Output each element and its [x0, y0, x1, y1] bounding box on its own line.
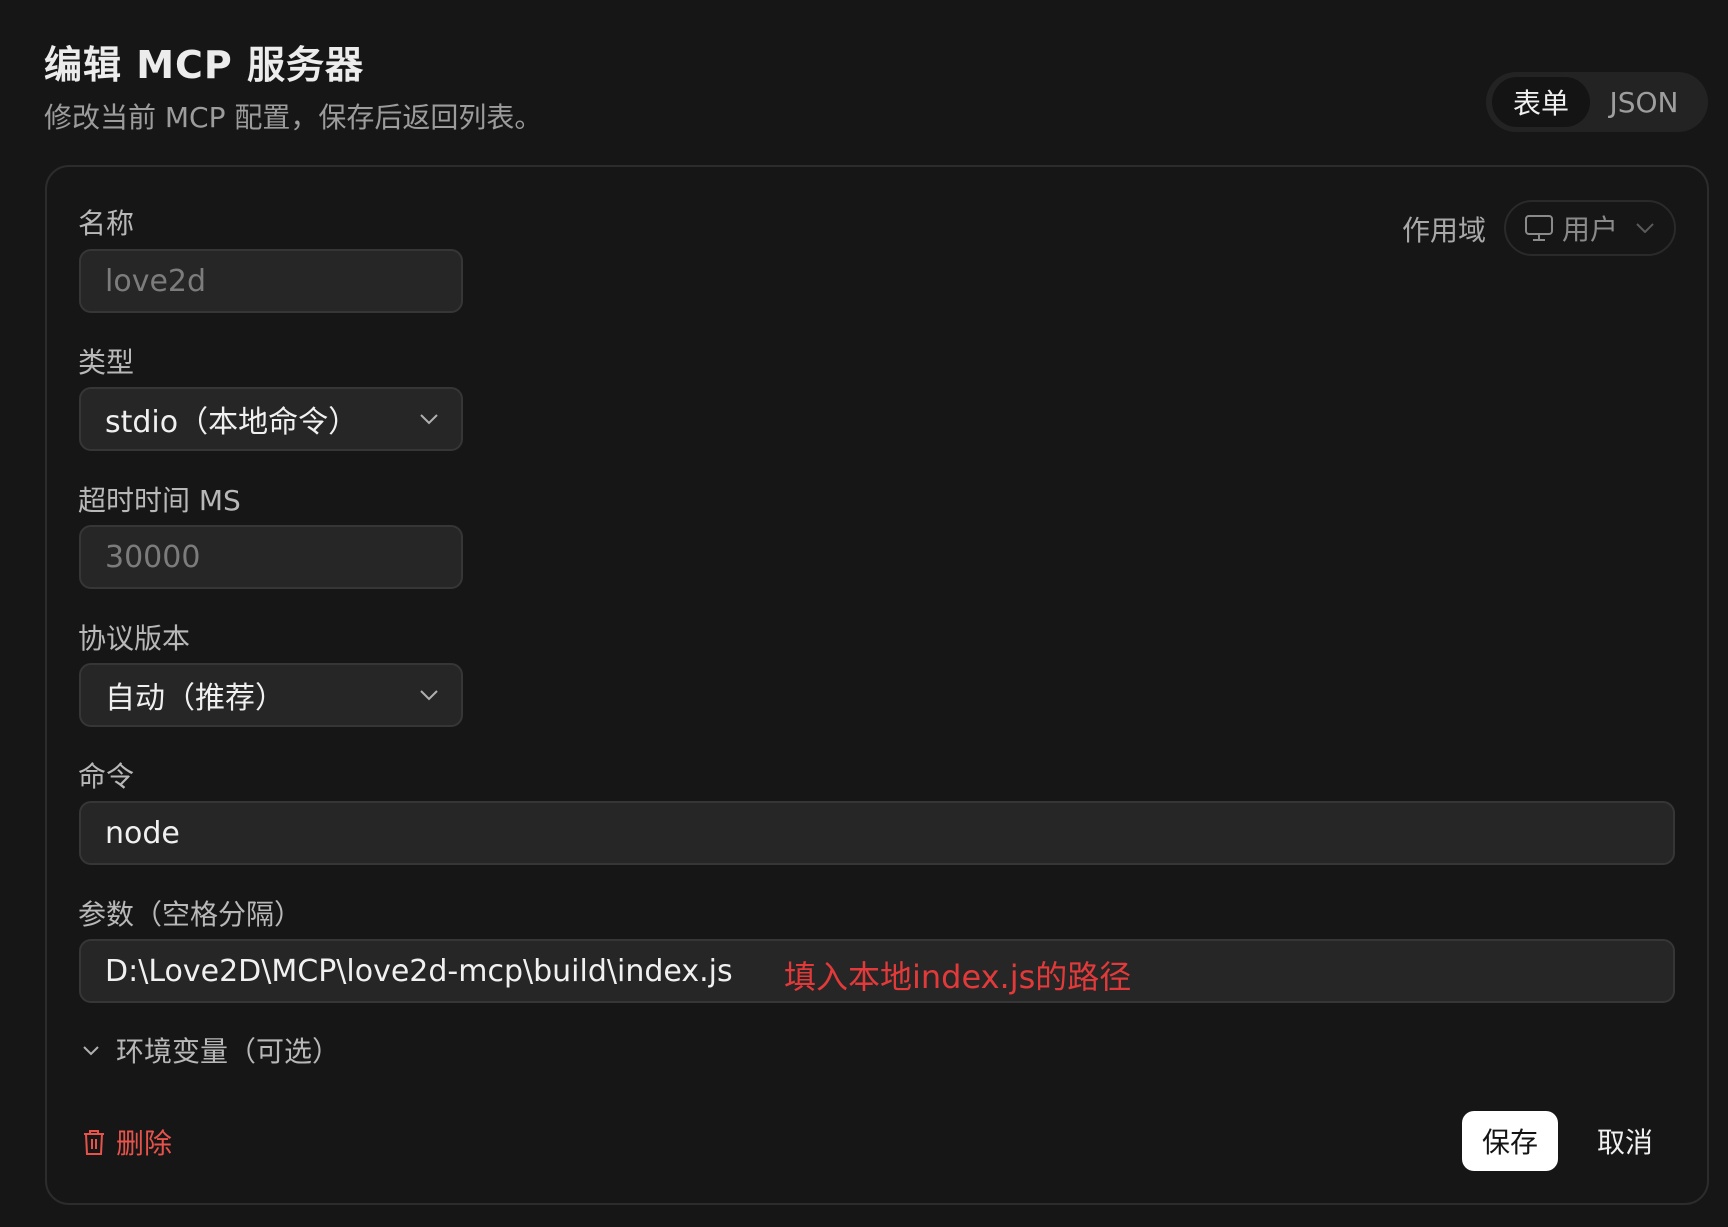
cancel-button[interactable]: 取消	[1582, 1111, 1668, 1171]
chevron-down-icon	[1636, 223, 1654, 233]
type-label: 类型	[78, 346, 135, 379]
protocol-label: 协议版本	[78, 622, 191, 655]
delete-label: 删除	[116, 1127, 173, 1160]
edit-mcp-server-page: 编辑 MCP 服务器 修改当前 MCP 配置，保存后返回列表。 表单 JSON …	[0, 0, 1728, 1227]
env-vars-label: 环境变量（可选）	[116, 1035, 341, 1068]
scope-select[interactable]: 用户	[1504, 200, 1676, 256]
timeout-input[interactable]: 30000	[79, 525, 463, 589]
command-input[interactable]: node	[79, 801, 1675, 865]
page-subtitle: 修改当前 MCP 配置，保存后返回列表。	[44, 101, 543, 134]
scope-value: 用户	[1562, 213, 1619, 246]
chevron-down-icon	[420, 690, 438, 701]
env-vars-toggle[interactable]: 环境变量（可选）	[82, 1030, 340, 1070]
chevron-down-icon	[420, 414, 438, 425]
name-label: 名称	[78, 207, 135, 240]
monitor-icon	[1525, 215, 1553, 241]
chevron-down-icon	[83, 1045, 99, 1055]
type-select-value: stdio（本地命令）	[105, 405, 359, 440]
type-select[interactable]: stdio（本地命令）	[79, 387, 463, 451]
protocol-select-value: 自动（推荐）	[105, 681, 285, 716]
scope-label: 作用域	[1402, 214, 1487, 247]
save-button[interactable]: 保存	[1462, 1111, 1558, 1171]
mode-form-tab[interactable]: 表单	[1492, 77, 1590, 127]
mode-json-tab[interactable]: JSON	[1590, 77, 1698, 127]
delete-button[interactable]: 删除	[82, 1122, 172, 1162]
args-annotation: 填入本地index.js的路径	[784, 958, 1132, 996]
args-label: 参数（空格分隔）	[78, 898, 303, 931]
command-label: 命令	[78, 760, 135, 793]
trash-icon	[84, 1130, 104, 1155]
protocol-select[interactable]: 自动（推荐）	[79, 663, 463, 727]
name-input[interactable]: love2d	[79, 249, 463, 313]
page-title: 编辑 MCP 服务器	[44, 43, 365, 87]
timeout-label: 超时时间 MS	[78, 484, 241, 517]
mode-toggle: 表单 JSON	[1486, 72, 1708, 132]
